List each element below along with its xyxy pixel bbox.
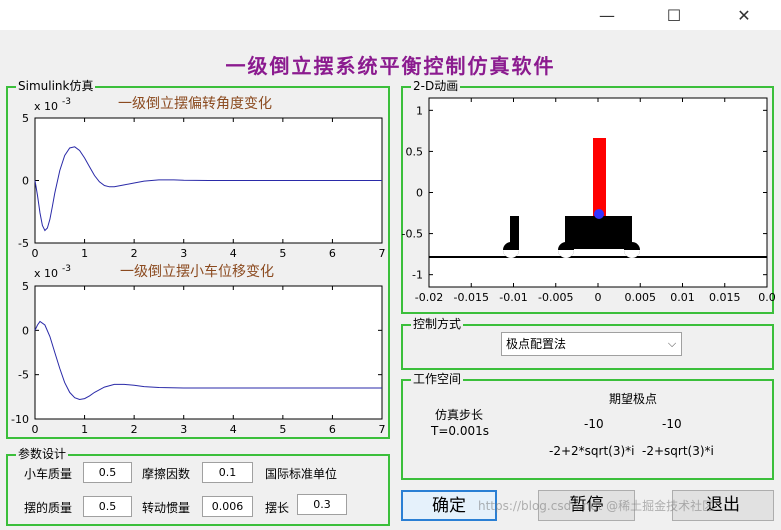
- friction-field[interactable]: 0.1: [202, 462, 253, 483]
- length-label: 摆长: [265, 501, 290, 515]
- pendulum-pivot: [594, 209, 604, 219]
- animation-xtick-label: 0.015: [709, 291, 741, 304]
- control-method-value: 极点配置法: [506, 337, 567, 351]
- cart-mass-label: 小车质量: [24, 467, 73, 481]
- animation-ytick-label: -1: [412, 269, 423, 282]
- animation-xtick-label: -0.005: [538, 291, 573, 304]
- pole-3: -2+2*sqrt(3)*i: [549, 444, 635, 458]
- wheel-mid: [558, 242, 574, 258]
- control-method-panel-title: 控制方式: [411, 317, 464, 331]
- step-label: 仿真步长: [435, 408, 484, 422]
- animation-ytick-label: 1: [416, 104, 423, 117]
- inertia-label: 转动惯量: [142, 501, 191, 515]
- poles-label: 期望极点: [609, 392, 658, 406]
- animation-xtick-label: 0.005: [625, 291, 657, 304]
- animation-xtick-label: 0: [595, 291, 602, 304]
- pendulum-mass-field[interactable]: 0.5: [83, 496, 132, 517]
- wheel-left: [503, 242, 519, 258]
- step-value: T=0.001s: [431, 424, 489, 438]
- pole-1: -10: [584, 417, 604, 431]
- watermark: https://blog.csdn.net @稀土掘金技术社区: [478, 499, 715, 513]
- animation-xtick-label: -0.01: [499, 291, 527, 304]
- animation-ytick-label: 0: [416, 187, 423, 200]
- parameters-panel-title: 参数设计: [16, 447, 69, 461]
- cart-mass-field[interactable]: 0.5: [83, 462, 132, 483]
- inertia-field[interactable]: 0.006: [202, 496, 253, 517]
- animation-xtick-label: 0.01: [670, 291, 695, 304]
- control-method-select[interactable]: 极点配置法 ⌵: [501, 332, 682, 356]
- wheel-right: [624, 242, 640, 258]
- friction-label: 摩擦因数: [142, 467, 191, 481]
- pendulum-mass-label: 摆的质量: [24, 501, 73, 515]
- animation-xtick-label: 0.0: [758, 291, 776, 304]
- animation-ytick-label: 0.5: [406, 145, 424, 158]
- chevron-down-icon: ⌵: [667, 337, 677, 350]
- animation-ytick-label: -0.5: [402, 228, 423, 241]
- length-field[interactable]: 0.3: [297, 494, 347, 515]
- animation-xtick-label: -0.02: [415, 291, 443, 304]
- pole-2: -10: [662, 417, 682, 431]
- units-label: 国际标准单位: [265, 467, 338, 481]
- animation-xtick-label: -0.015: [454, 291, 489, 304]
- workspace-panel-title: 工作空间: [411, 372, 464, 386]
- pendulum-rod: [593, 138, 606, 216]
- cart-body: [565, 216, 632, 249]
- pole-4: -2+sqrt(3)*i: [642, 444, 714, 458]
